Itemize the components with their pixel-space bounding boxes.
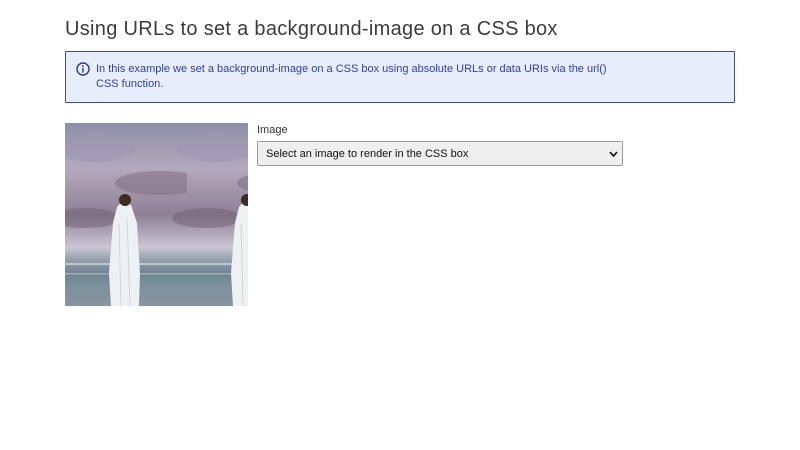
page: Using URLs to set a background-image on … (0, 0, 800, 450)
select-value: Select an image to render in the CSS box (266, 148, 469, 160)
chevron-down-icon (609, 151, 618, 158)
image-select[interactable]: Select an image to render in the CSS box (257, 141, 623, 166)
image-label: Image (257, 124, 288, 136)
css-background-box (65, 123, 248, 306)
info-text: In this example we set a background-imag… (96, 63, 607, 90)
page-title: Using URLs to set a background-image on … (65, 18, 558, 40)
background-image (65, 123, 248, 306)
info-callout: In this example we set a background-imag… (65, 51, 735, 103)
info-circle-icon (76, 62, 90, 76)
